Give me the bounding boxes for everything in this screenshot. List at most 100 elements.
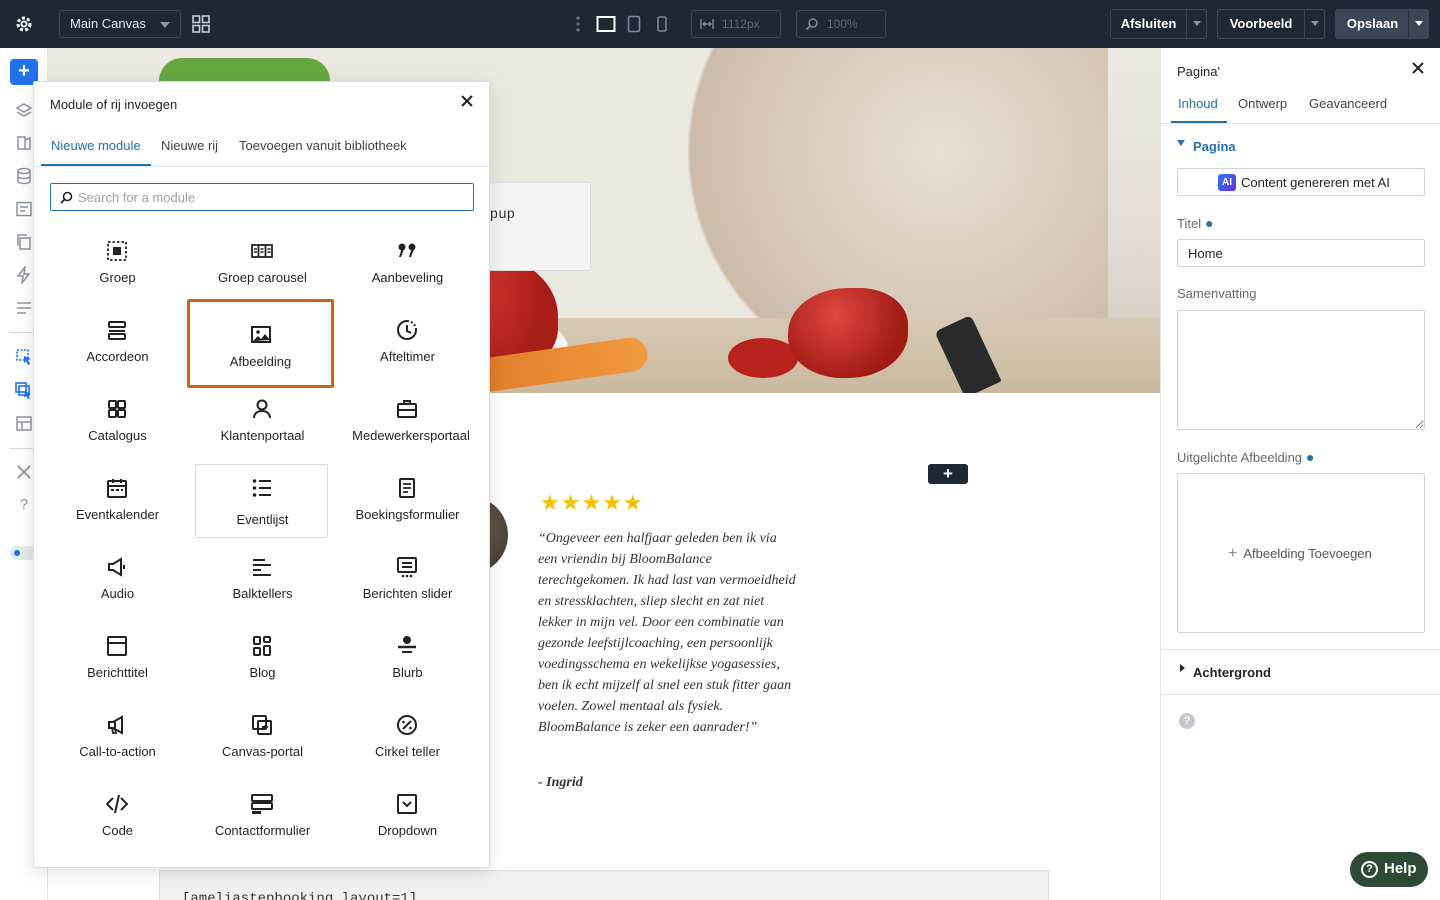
quote-icon xyxy=(398,243,416,257)
module-accordeon[interactable]: Accordeon xyxy=(50,308,183,381)
insert-module-modal: Module of rij invoegen Nieuwe module Nie… xyxy=(33,81,491,868)
title-label-text: Titel xyxy=(1177,216,1202,231)
multi-select-icon[interactable] xyxy=(15,382,33,400)
module-label: Audio xyxy=(100,586,135,601)
search-icon xyxy=(60,191,73,204)
module-search[interactable] xyxy=(50,183,474,211)
module-canvas-portal[interactable]: Canvas-portal xyxy=(195,703,328,776)
chevron-down-icon xyxy=(1415,21,1423,26)
list-lines-icon[interactable] xyxy=(15,299,33,317)
module-eventkalender[interactable]: Eventkalender xyxy=(50,466,183,539)
summary-textarea[interactable] xyxy=(1177,310,1425,430)
module-dropdown[interactable]: Dropdown xyxy=(340,782,473,855)
copy-icon[interactable] xyxy=(15,233,33,251)
help-question-icon[interactable]: ? xyxy=(15,496,33,514)
tab-new-row[interactable]: Nieuwe rij xyxy=(161,138,218,153)
module-afteltimer[interactable]: Afteltimer xyxy=(340,308,473,381)
module-aanbeveling[interactable]: Aanbeveling xyxy=(340,229,473,302)
add-image-button[interactable]: + Afbeelding Toevoegen xyxy=(1228,545,1372,563)
catalog-icon xyxy=(108,400,126,418)
module-catalogus[interactable]: Catalogus xyxy=(50,387,183,460)
phone-view-icon[interactable] xyxy=(652,14,672,34)
add-row-button[interactable]: + xyxy=(928,464,968,484)
close-icon[interactable] xyxy=(460,94,474,108)
section-pagina[interactable]: Pagina xyxy=(1193,139,1236,154)
close-icon[interactable] xyxy=(1411,61,1425,75)
module-label: Boekingsformulier xyxy=(355,507,460,522)
module-eventlijst[interactable]: Eventlijst xyxy=(195,464,328,538)
section-achtergrond[interactable]: Achtergrond xyxy=(1193,665,1271,680)
canvas-width-value: 1112px xyxy=(722,17,760,31)
exit-dropdown-toggle[interactable] xyxy=(1186,10,1208,38)
module-audio[interactable]: Audio xyxy=(50,545,183,618)
database-icon[interactable] xyxy=(15,167,33,185)
shortcode-module[interactable]: [ameliastepbooking layout=1] xyxy=(159,870,1049,900)
tab-ontwerp[interactable]: Ontwerp xyxy=(1238,96,1287,111)
module-klantenportaal[interactable]: Klantenportaal xyxy=(195,387,328,460)
preview-button[interactable]: Voorbeeld xyxy=(1217,9,1325,39)
select-cursor-icon[interactable] xyxy=(15,348,33,366)
save-button[interactable]: Opslaan xyxy=(1335,9,1429,39)
exit-button[interactable]: Afsluiten xyxy=(1110,9,1207,39)
title-input[interactable] xyxy=(1177,239,1425,267)
layers-icon[interactable] xyxy=(15,102,33,120)
module-balktellers[interactable]: Balktellers xyxy=(195,545,328,618)
featured-image-upload[interactable]: + Afbeelding Toevoegen xyxy=(1177,473,1425,633)
module-berichten-slider[interactable]: Berichten slider xyxy=(340,545,473,618)
template-icon[interactable] xyxy=(15,415,33,433)
modal-tabs: Nieuwe module Nieuwe rij Toevoegen vanui… xyxy=(34,124,491,167)
tab-geavanceerd[interactable]: Geavanceerd xyxy=(1309,96,1387,111)
pages-icon[interactable] xyxy=(15,134,33,152)
module-call-to-action[interactable]: Call-to-action xyxy=(50,703,183,776)
module-blog[interactable]: Blog xyxy=(195,624,328,697)
help-button[interactable]: ? Help xyxy=(1350,852,1428,887)
zoom-field[interactable]: 100% xyxy=(796,10,886,38)
tools-icon[interactable] xyxy=(15,463,33,481)
divider xyxy=(1161,649,1440,650)
module-code[interactable]: Code xyxy=(50,782,183,855)
chevron-right-icon[interactable] xyxy=(1180,664,1185,672)
module-medewerkersportaal[interactable]: Medewerkersportaal xyxy=(340,387,480,460)
module-berichttitel[interactable]: Berichttitel xyxy=(50,624,183,697)
status-dot-icon: ● xyxy=(1205,215,1214,231)
ai-button-label: Content genereren met AI xyxy=(1241,175,1390,190)
group-icon xyxy=(107,241,127,261)
settings-gear-icon[interactable] xyxy=(14,14,34,34)
blurb-icon xyxy=(398,636,416,653)
module-blurb[interactable]: Blurb xyxy=(340,624,473,697)
module-contactformulier[interactable]: Contactformulier xyxy=(195,782,328,855)
module-label: Aanbeveling xyxy=(371,270,444,285)
module-label: Accordeon xyxy=(86,349,149,364)
module-label: Berichttitel xyxy=(87,665,148,680)
grid-layout-icon[interactable] xyxy=(191,14,211,34)
module-groep-carousel[interactable]: Groep carousel xyxy=(195,229,328,302)
module-afbeelding[interactable]: Afbeelding xyxy=(187,299,334,388)
divider xyxy=(1161,694,1440,695)
shortcode-text: [ameliastepbooking layout=1] xyxy=(182,891,418,900)
tab-add-from-library[interactable]: Toevoegen vanuit bibliotheek xyxy=(239,138,407,153)
canvas-width-field[interactable]: 1112px xyxy=(691,10,781,38)
canvas-select[interactable]: Main Canvas xyxy=(59,10,181,38)
module-label: Blurb xyxy=(392,665,423,680)
featured-image-label: Uitgelichte Afbeelding ● xyxy=(1177,449,1315,465)
more-vertical-icon[interactable] xyxy=(575,15,581,33)
module-search-input[interactable] xyxy=(78,187,458,207)
module-cirkel-teller[interactable]: Cirkel teller xyxy=(340,703,473,776)
summary-label: Samenvatting xyxy=(1177,286,1257,301)
tablet-view-icon[interactable] xyxy=(624,14,644,34)
module-label: Cirkel teller xyxy=(374,744,440,759)
chevron-down-icon[interactable] xyxy=(1177,140,1185,146)
save-dropdown-toggle[interactable] xyxy=(1408,10,1430,38)
generate-ai-button[interactable]: AI Content genereren met AI xyxy=(1177,168,1425,196)
module-boekingsformulier[interactable]: Boekingsformulier xyxy=(340,466,473,539)
desktop-view-icon[interactable] xyxy=(596,14,616,34)
tab-inhoud[interactable]: Inhoud xyxy=(1178,96,1218,111)
lightning-icon[interactable] xyxy=(15,266,33,284)
form-fields-icon[interactable] xyxy=(15,200,33,218)
module-groep[interactable]: Groep xyxy=(50,229,183,302)
code-icon xyxy=(106,794,128,814)
tab-new-module[interactable]: Nieuwe module xyxy=(51,138,141,153)
preview-dropdown-toggle[interactable] xyxy=(1304,10,1326,38)
megaphone-icon xyxy=(108,715,123,735)
help-question-icon[interactable]: ? xyxy=(1179,713,1195,729)
